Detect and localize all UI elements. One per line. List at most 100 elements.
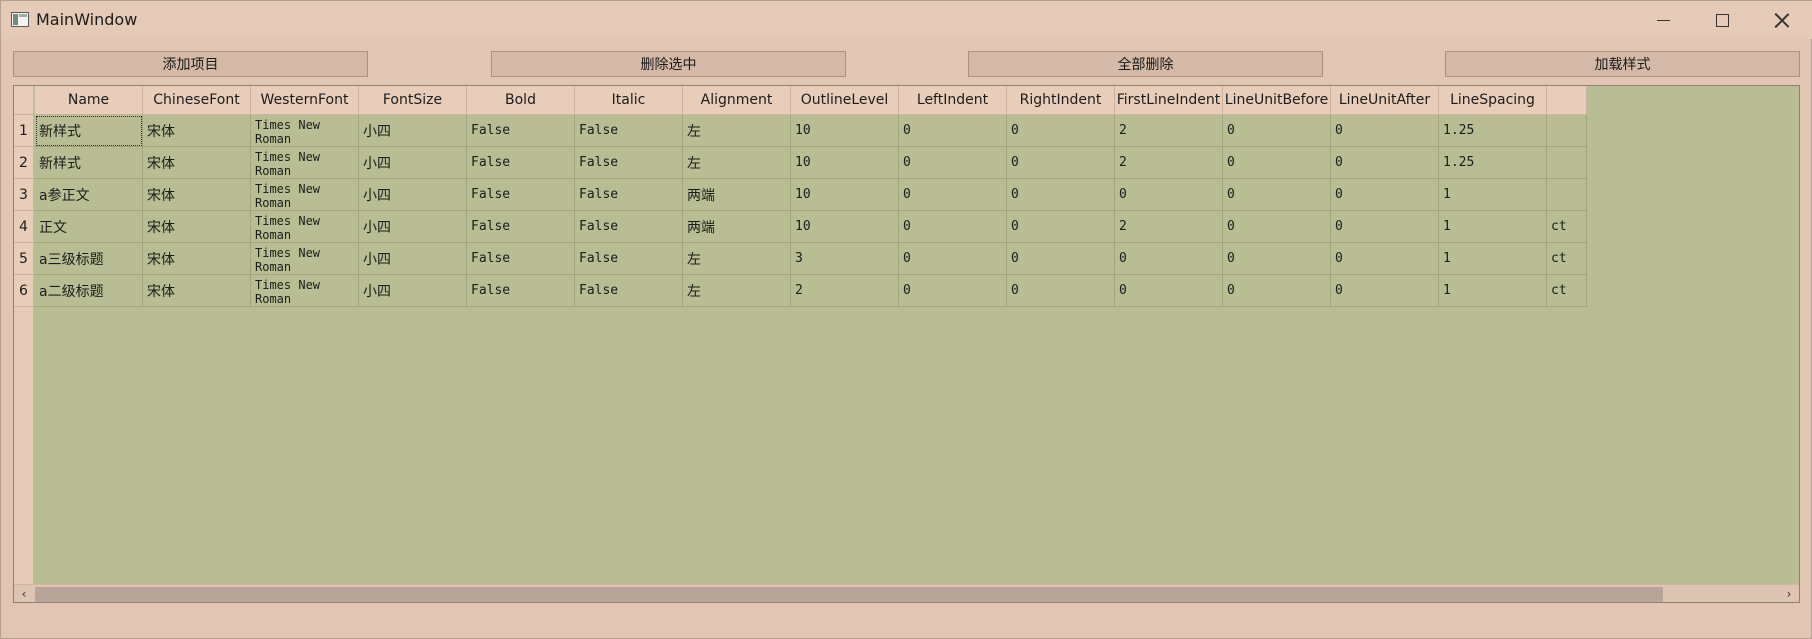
table-cell[interactable] (1547, 147, 1587, 179)
table-cell[interactable]: 小四 (359, 211, 467, 243)
close-button[interactable] (1752, 1, 1811, 39)
table-cell[interactable]: 0 (1331, 115, 1439, 147)
table-cell[interactable]: 0 (899, 179, 1007, 211)
scroll-left-icon[interactable]: ‹ (14, 585, 34, 602)
table-cell[interactable]: 10 (791, 211, 899, 243)
table-cell[interactable]: False (467, 275, 575, 307)
table-cell[interactable]: 小四 (359, 275, 467, 307)
table-cell[interactable]: 0 (899, 243, 1007, 275)
table-cell[interactable]: 新样式 (35, 115, 143, 147)
table-cell[interactable]: 两端 (683, 211, 791, 243)
table-cell[interactable]: ct (1547, 243, 1587, 275)
title-bar[interactable]: MainWindow (1, 1, 1812, 39)
table-cell[interactable]: 0 (1331, 275, 1439, 307)
table-cell[interactable]: 新样式 (35, 147, 143, 179)
table-cell[interactable]: False (575, 211, 683, 243)
table-cell[interactable]: False (575, 275, 683, 307)
table-cell[interactable]: 0 (1223, 275, 1331, 307)
table-cell[interactable]: 10 (791, 179, 899, 211)
table-cell[interactable]: Times New Roman (251, 147, 359, 179)
styles-table[interactable]: Name ChineseFont WesternFont FontSize Bold It… (13, 85, 1800, 603)
table-cell[interactable]: 宋体 (143, 179, 251, 211)
table-cell[interactable]: 0 (1007, 115, 1115, 147)
table-cell[interactable]: False (467, 179, 575, 211)
table-cell[interactable]: 左 (683, 147, 791, 179)
column-header[interactable]: LineSpacing (1439, 86, 1547, 115)
table-cell[interactable]: 小四 (359, 147, 467, 179)
table-cell[interactable]: False (575, 243, 683, 275)
table-cell[interactable]: 0 (1007, 243, 1115, 275)
table-cell[interactable]: 0 (1223, 147, 1331, 179)
table-cell[interactable]: a参正文 (35, 179, 143, 211)
table-cell[interactable]: False (467, 211, 575, 243)
table-cell[interactable]: 0 (1115, 243, 1223, 275)
row-header[interactable]: 4 (14, 211, 34, 243)
column-header[interactable]: FirstLineIndent (1115, 86, 1223, 115)
table-cell[interactable]: False (575, 179, 683, 211)
column-header-partial[interactable] (1547, 86, 1587, 115)
table-cell[interactable]: 宋体 (143, 115, 251, 147)
table-cell[interactable]: Times New Roman (251, 115, 359, 147)
table-cell[interactable]: 2 (1115, 211, 1223, 243)
table-cell[interactable]: 1 (1439, 275, 1547, 307)
table-cell[interactable]: 2 (1115, 147, 1223, 179)
row-header[interactable]: 1 (14, 115, 34, 147)
table-cell[interactable]: 0 (1007, 275, 1115, 307)
minimize-button[interactable] (1634, 1, 1693, 39)
table-cell[interactable]: 0 (1115, 275, 1223, 307)
column-header[interactable]: FontSize (359, 86, 467, 115)
table-cell[interactable]: 宋体 (143, 275, 251, 307)
table-cell[interactable]: ct (1547, 211, 1587, 243)
table-cell[interactable]: 0 (899, 147, 1007, 179)
table-cell[interactable]: 0 (1007, 147, 1115, 179)
table-cell[interactable]: 左 (683, 243, 791, 275)
table-cell[interactable]: 0 (1115, 179, 1223, 211)
row-header[interactable]: 5 (14, 243, 34, 275)
table-cell[interactable]: 小四 (359, 179, 467, 211)
table-cell[interactable]: a二级标题 (35, 275, 143, 307)
maximize-button[interactable] (1693, 1, 1752, 39)
table-cell[interactable]: False (467, 243, 575, 275)
table-cell[interactable]: a三级标题 (35, 243, 143, 275)
table-cell[interactable]: 小四 (359, 243, 467, 275)
table-cell[interactable]: 10 (791, 115, 899, 147)
table-cell[interactable]: 1 (1439, 211, 1547, 243)
add-item-button[interactable]: 添加项目 (13, 51, 368, 77)
table-cell[interactable]: 宋体 (143, 147, 251, 179)
table-cell[interactable]: 宋体 (143, 211, 251, 243)
table-cell[interactable]: 10 (791, 147, 899, 179)
table-cell[interactable] (1547, 179, 1587, 211)
table-cell[interactable]: 左 (683, 275, 791, 307)
table-cell[interactable]: 0 (1007, 179, 1115, 211)
table-cell[interactable]: 正文 (35, 211, 143, 243)
table-cell[interactable]: 0 (1223, 115, 1331, 147)
table-cell[interactable]: Times New Roman (251, 211, 359, 243)
table-cell[interactable]: ct (1547, 275, 1587, 307)
table-cell[interactable]: 0 (1223, 211, 1331, 243)
table-cell[interactable]: 1.25 (1439, 115, 1547, 147)
table-cell[interactable]: 0 (1007, 211, 1115, 243)
column-header[interactable]: ChineseFont (143, 86, 251, 115)
delete-all-button[interactable]: 全部删除 (968, 51, 1323, 77)
row-header[interactable]: 2 (14, 147, 34, 179)
table-cell[interactable]: False (467, 115, 575, 147)
table-cell[interactable]: 0 (1331, 147, 1439, 179)
column-header[interactable]: Bold (467, 86, 575, 115)
table-cell[interactable]: 小四 (359, 115, 467, 147)
table-cell[interactable]: 0 (1331, 211, 1439, 243)
row-header[interactable]: 6 (14, 275, 34, 307)
table-cell[interactable]: 宋体 (143, 243, 251, 275)
table-cell[interactable]: Times New Roman (251, 243, 359, 275)
column-header[interactable]: Name (35, 86, 143, 115)
column-header[interactable]: OutlineLevel (791, 86, 899, 115)
load-style-button[interactable]: 加载样式 (1445, 51, 1800, 77)
table-cell[interactable]: False (575, 115, 683, 147)
table-cell[interactable]: False (575, 147, 683, 179)
column-header[interactable]: Italic (575, 86, 683, 115)
table-cell[interactable]: 3 (791, 243, 899, 275)
table-cell[interactable]: 1.25 (1439, 147, 1547, 179)
table-cell[interactable]: 0 (1331, 179, 1439, 211)
column-header[interactable]: Alignment (683, 86, 791, 115)
delete-selected-button[interactable]: 删除选中 (491, 51, 846, 77)
table-cell[interactable]: 1 (1439, 243, 1547, 275)
